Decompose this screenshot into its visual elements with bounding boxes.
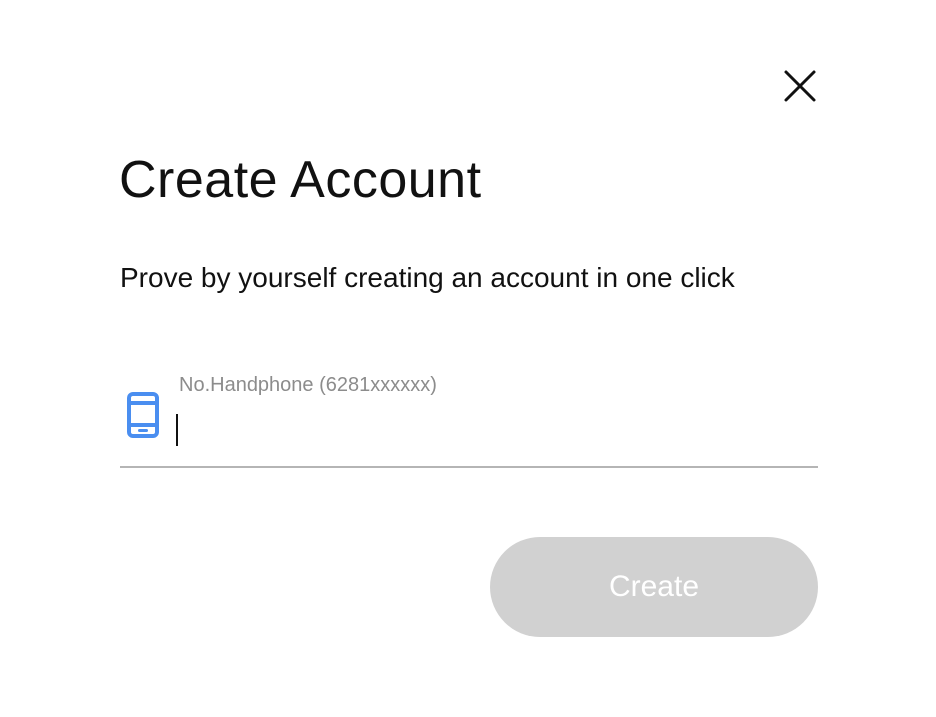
phone-input[interactable] (176, 410, 806, 448)
close-icon (784, 70, 816, 102)
close-button[interactable] (780, 66, 820, 106)
dialog-subtitle: Prove by yourself creating an account in… (120, 262, 735, 293)
create-button[interactable]: Create (490, 537, 818, 637)
phone-field: No.Handphone (6281xxxxxx) (120, 370, 818, 468)
phone-field-label: No.Handphone (6281xxxxxx) (179, 374, 437, 396)
text-caret (176, 414, 178, 446)
dialog-title: Create Account (119, 151, 482, 209)
smartphone-icon (127, 392, 159, 438)
create-account-dialog: Create Account Prove by yourself creatin… (0, 0, 936, 717)
